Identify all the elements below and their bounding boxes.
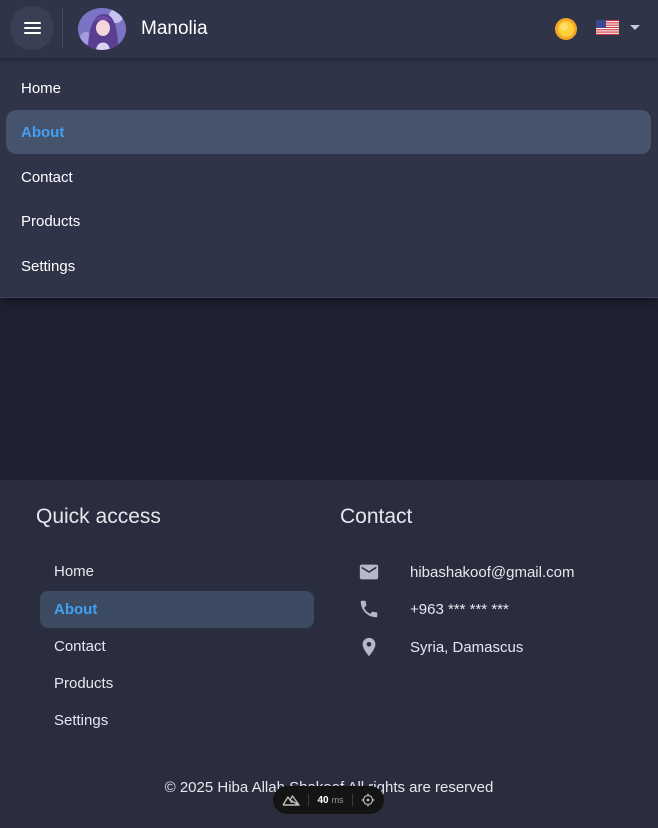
language-selector[interactable] bbox=[596, 20, 640, 35]
drawer-item-contact[interactable]: Contact bbox=[6, 155, 651, 199]
us-flag-icon bbox=[596, 20, 619, 35]
contact-title: Contact bbox=[340, 505, 413, 528]
contact-phone-row: +963 *** *** *** bbox=[357, 594, 509, 624]
menu-icon bbox=[23, 22, 41, 34]
render-time[interactable]: 40 ms bbox=[317, 795, 343, 806]
contact-location: Syria, Damascus bbox=[410, 638, 524, 656]
contact-email[interactable]: hibashakoof@gmail.com bbox=[410, 564, 574, 581]
drawer-item-about[interactable]: About bbox=[6, 110, 651, 154]
devtools-toolbar[interactable]: 40 ms bbox=[273, 786, 384, 814]
target-icon[interactable] bbox=[361, 793, 375, 807]
location-pin-icon bbox=[357, 635, 381, 659]
footer-link-products[interactable]: Products bbox=[40, 665, 314, 702]
quick-access-title: Quick access bbox=[36, 505, 161, 528]
footer-link-settings[interactable]: Settings bbox=[40, 702, 314, 739]
app-bar: Manolia bbox=[0, 0, 658, 58]
render-time-unit: ms bbox=[331, 795, 344, 805]
footer-link-home[interactable]: Home bbox=[40, 553, 314, 590]
sun-icon[interactable] bbox=[554, 17, 578, 41]
header-divider bbox=[62, 8, 63, 48]
contact-email-row: hibashakoof@gmail.com bbox=[357, 557, 574, 587]
footer: Quick access Home About Contact Products… bbox=[0, 480, 658, 828]
devtools-divider bbox=[308, 794, 310, 806]
drawer-item-products[interactable]: Products bbox=[6, 199, 651, 243]
nav-drawer: Home About Contact Products Settings bbox=[0, 58, 658, 298]
chevron-down-icon bbox=[630, 25, 640, 30]
contact-phone[interactable]: +963 *** *** *** bbox=[410, 601, 509, 618]
menu-button[interactable] bbox=[10, 6, 54, 50]
phone-icon bbox=[357, 597, 381, 621]
avatar[interactable] bbox=[78, 8, 126, 50]
render-time-value: 40 bbox=[317, 794, 329, 806]
footer-link-contact[interactable]: Contact bbox=[40, 628, 314, 665]
contact-location-row: Syria, Damascus bbox=[357, 632, 523, 662]
mail-icon bbox=[357, 560, 381, 584]
devtools-divider bbox=[351, 794, 353, 806]
drawer-item-settings[interactable]: Settings bbox=[6, 244, 651, 288]
footer-link-about[interactable]: About bbox=[40, 591, 314, 628]
brand-title[interactable]: Manolia bbox=[141, 18, 208, 40]
nuxt-logo-icon[interactable] bbox=[282, 794, 301, 806]
drawer-item-home[interactable]: Home bbox=[6, 66, 651, 110]
page-content bbox=[0, 298, 658, 480]
